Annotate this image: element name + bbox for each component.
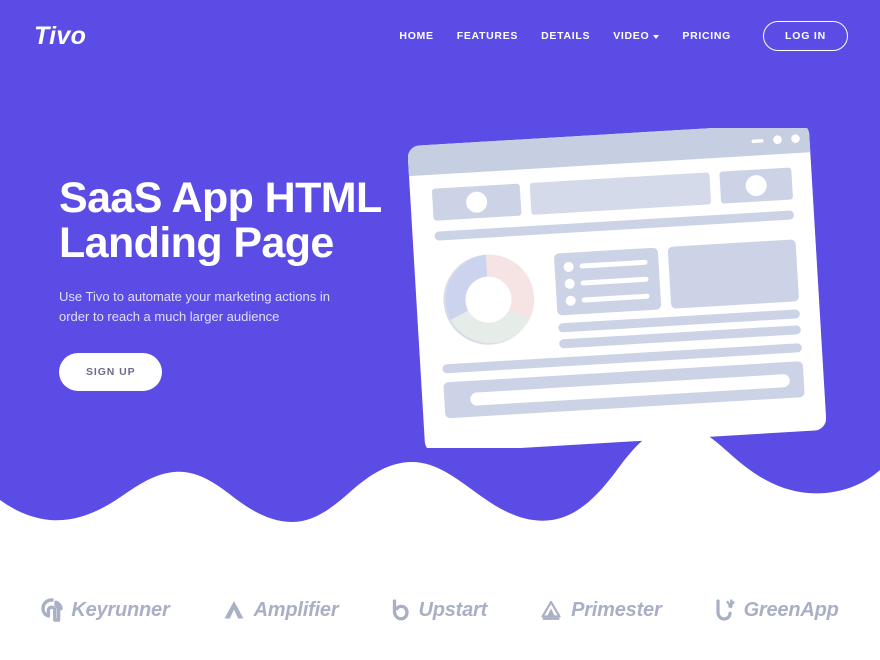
nav-item-label: FEATURES bbox=[456, 30, 519, 42]
partner-label: Keyrunner bbox=[71, 598, 170, 621]
hero-copy: SaaS App HTML Landing Page Use Tivo to a… bbox=[59, 174, 409, 392]
chevron-down-icon bbox=[653, 35, 660, 39]
browser-mockup-illustration bbox=[407, 123, 827, 453]
hero-title-line-2: Landing Page bbox=[59, 219, 334, 268]
partner-label: Amplifier bbox=[253, 598, 339, 621]
login-button[interactable]: LOG IN bbox=[763, 21, 848, 51]
page-title: SaaS App HTML Landing Page bbox=[59, 174, 409, 268]
nav-item-label: DETAILS bbox=[541, 30, 591, 42]
nav-item-home[interactable]: HOME bbox=[399, 30, 433, 42]
partner-greenapp[interactable]: GreenApp bbox=[714, 598, 839, 622]
top-navbar: Tivo HOME FEATURES DETAILS VIDEO PRICING… bbox=[0, 0, 880, 72]
partner-keyrunner[interactable]: Keyrunner bbox=[41, 598, 170, 622]
hero-section: Tivo HOME FEATURES DETAILS VIDEO PRICING… bbox=[0, 0, 880, 560]
greenapp-icon bbox=[715, 599, 735, 621]
nav-item-label: PRICING bbox=[682, 30, 732, 42]
minimize-dash-icon[interactable] bbox=[751, 139, 764, 144]
mockup-right-card bbox=[667, 239, 799, 309]
nav-item-label: VIDEO bbox=[613, 30, 650, 42]
signup-button[interactable]: SIGN UP bbox=[59, 353, 163, 392]
browser-mockup-svg bbox=[407, 123, 827, 453]
keyrunner-icon bbox=[41, 598, 64, 622]
partner-label: Primester bbox=[571, 598, 662, 621]
partner-label: Upstart bbox=[418, 598, 488, 621]
upstart-icon bbox=[393, 599, 410, 621]
nav-item-label: HOME bbox=[399, 30, 434, 42]
partner-primester[interactable]: Primester bbox=[539, 598, 662, 622]
partner-amplifier[interactable]: Amplifier bbox=[222, 598, 339, 622]
hero-title-line-1: SaaS App HTML bbox=[59, 174, 382, 222]
nav-item-video[interactable]: VIDEO bbox=[613, 30, 660, 42]
hero-subtitle: Use Tivo to automate your marketing acti… bbox=[59, 289, 330, 324]
mockup-list-block bbox=[554, 247, 662, 316]
primester-icon bbox=[541, 600, 561, 620]
nav-item-features[interactable]: FEATURES bbox=[457, 30, 518, 42]
nav-item-pricing[interactable]: PRICING bbox=[682, 30, 731, 42]
brand-logo[interactable]: Tivo bbox=[34, 23, 86, 49]
partner-logo-strip: Keyrunner Amplifier Upstart Primester Gr… bbox=[0, 560, 880, 660]
nav-links: HOME FEATURES DETAILS VIDEO PRICING LOG … bbox=[399, 21, 848, 51]
partner-upstart[interactable]: Upstart bbox=[390, 598, 487, 622]
amplifier-triangle-icon bbox=[224, 601, 244, 619]
partner-label: GreenApp bbox=[743, 598, 839, 621]
nav-item-details[interactable]: DETAILS bbox=[541, 30, 590, 42]
